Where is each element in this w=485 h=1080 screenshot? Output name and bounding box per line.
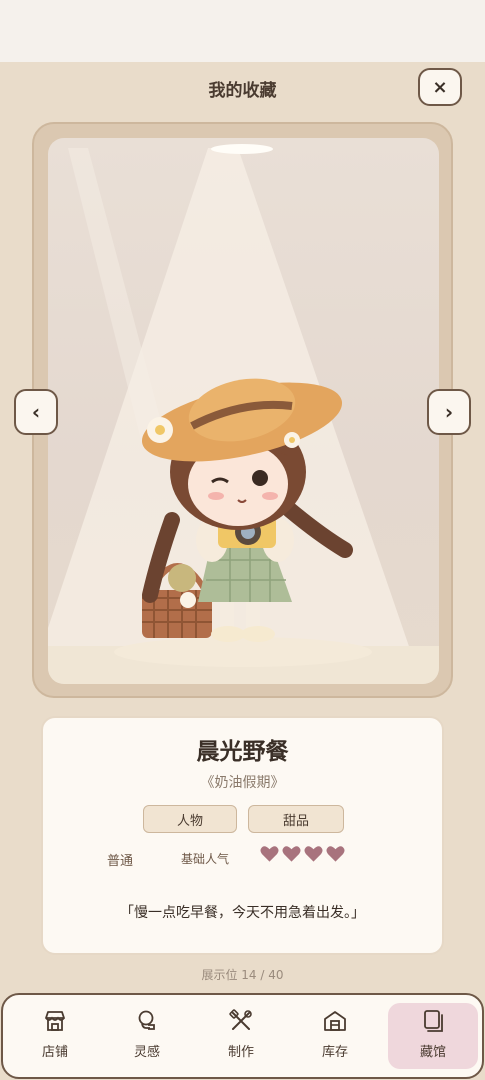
- tools-icon: [229, 1009, 252, 1030]
- heart-icon: [304, 846, 323, 862]
- heart-icon: [260, 846, 279, 862]
- item-quote: 「慢一点吃早餐，今天不用急着出发。」: [120, 905, 365, 921]
- status-area: [0, 0, 485, 62]
- chevron-right-icon: ›: [444, 400, 454, 424]
- nav-item-inventory[interactable]: 库存: [290, 1003, 380, 1069]
- popularity-label: 基础人气: [181, 852, 230, 866]
- item-name: 晨光野餐: [196, 739, 289, 765]
- spotlight-lamp: [211, 144, 273, 154]
- next-button[interactable]: ›: [427, 389, 471, 435]
- close-button[interactable]: ×: [418, 68, 462, 106]
- idea-icon: [138, 1010, 155, 1030]
- slot-indicator: 展示位 14 / 40: [201, 968, 284, 982]
- rarity-label: 普通: [107, 854, 134, 869]
- heart-icon: [282, 846, 301, 862]
- nav-item-crafting[interactable]: 制作: [196, 1003, 286, 1069]
- nav-label: 店铺: [41, 1045, 68, 1060]
- storage-icon: [324, 1011, 346, 1031]
- popularity-hearts: [260, 845, 345, 863]
- collection-icon: [424, 1010, 443, 1032]
- nav-label: 灵感: [133, 1045, 160, 1060]
- close-icon: ×: [432, 76, 448, 98]
- nav-item-shop[interactable]: 店铺: [10, 1003, 100, 1069]
- nav-label: 库存: [321, 1045, 348, 1060]
- nav-item-collection[interactable]: 藏馆: [388, 1003, 478, 1069]
- figure-illustration: [141, 378, 353, 642]
- tag-badge: 人物: [143, 805, 237, 833]
- tag-badge: 甜品: [248, 805, 344, 833]
- nav-item-inspiration[interactable]: 灵感: [102, 1003, 192, 1069]
- page-title: 我的收藏: [208, 81, 277, 101]
- item-series: 《奶油假期》: [200, 775, 285, 791]
- nav-label: 藏馆: [419, 1045, 446, 1060]
- shop-icon: [45, 1011, 65, 1031]
- prev-button[interactable]: ‹: [14, 389, 58, 435]
- nav-label: 制作: [227, 1045, 254, 1060]
- chevron-left-icon: ‹: [31, 400, 41, 424]
- heart-icon: [326, 846, 345, 862]
